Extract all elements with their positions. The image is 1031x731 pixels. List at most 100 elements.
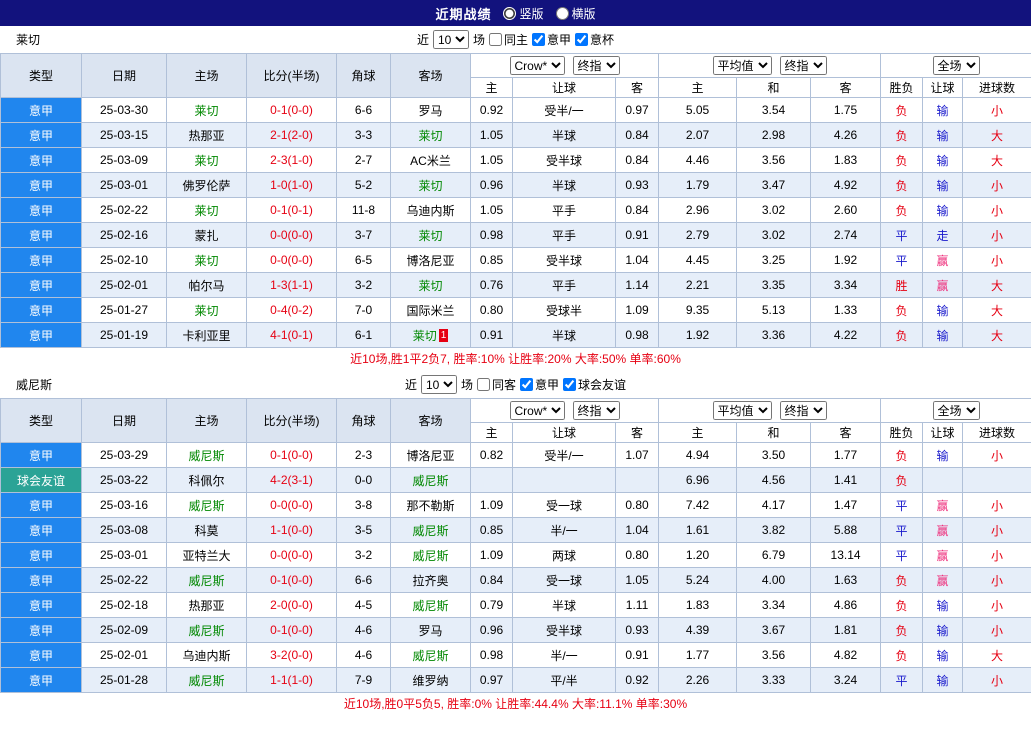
result-cell: 负	[881, 298, 923, 323]
home-team-cell[interactable]: 莱切	[167, 248, 247, 273]
euro-final-index-select[interactable]: 终指	[780, 401, 827, 420]
layout-option-vertical[interactable]: 竖版	[503, 5, 543, 22]
away-team-cell[interactable]: 莱切	[391, 223, 471, 248]
eu-draw-odds-cell: 3.82	[737, 518, 811, 543]
euro-average-select[interactable]: 平均值	[713, 401, 772, 420]
serie-a-checkbox-option[interactable]: 意甲	[532, 31, 571, 48]
away-team-cell[interactable]: 国际米兰	[391, 298, 471, 323]
date-header: 日期	[82, 54, 167, 98]
away-team-cell[interactable]: 罗马	[391, 98, 471, 123]
away-team-cell[interactable]: 乌迪内斯	[391, 198, 471, 223]
horizontal-radio[interactable]	[556, 7, 569, 20]
club-friendly-checkbox[interactable]	[563, 378, 576, 391]
asian-final-index-select[interactable]: 终指	[573, 401, 620, 420]
home-team-cell[interactable]: 热那亚	[167, 123, 247, 148]
away-team-cell[interactable]: 罗马	[391, 618, 471, 643]
result-cell: 平	[881, 668, 923, 693]
same-home-checkbox-option[interactable]: 同主	[489, 31, 528, 48]
eu-draw-odds-cell: 4.00	[737, 568, 811, 593]
home-team-cell[interactable]: 蒙扎	[167, 223, 247, 248]
home-team-cell[interactable]: 威尼斯	[167, 668, 247, 693]
score-cell: 0-0(0-0)	[247, 493, 337, 518]
serie-a-checkbox-option[interactable]: 意甲	[520, 376, 559, 393]
coppa-italia-checkbox[interactable]	[575, 33, 588, 46]
away-team-cell[interactable]: 威尼斯	[391, 468, 471, 493]
score-cell: 0-0(0-0)	[247, 248, 337, 273]
home-team-cell[interactable]: 科佩尔	[167, 468, 247, 493]
away-team-cell[interactable]: 威尼斯	[391, 643, 471, 668]
home-team-cell[interactable]: 威尼斯	[167, 618, 247, 643]
away-team-cell[interactable]: 博洛尼亚	[391, 248, 471, 273]
home-team-cell[interactable]: 莱切	[167, 198, 247, 223]
odds-company-select[interactable]: Crow*	[510, 56, 565, 75]
ah-away-header: 客	[616, 78, 659, 98]
results-tbody-1: 意甲25-03-29威尼斯0-1(0-0)2-3博洛尼亚0.82受半/一1.07…	[1, 443, 1031, 693]
serie-a-checkbox[interactable]	[520, 378, 533, 391]
asian-final-index-select[interactable]: 终指	[573, 56, 620, 75]
score-cell: 2-1(2-0)	[247, 123, 337, 148]
home-team-cell[interactable]: 威尼斯	[167, 443, 247, 468]
layout-option-horizontal[interactable]: 横版	[556, 5, 596, 22]
serie-a-label: 意甲	[535, 376, 559, 393]
away-team-cell[interactable]: 莱切	[391, 123, 471, 148]
away-team-cell[interactable]: 博洛尼亚	[391, 443, 471, 468]
summary-text: 单率:60%	[630, 352, 681, 366]
match-count-select[interactable]: 10	[421, 375, 457, 394]
away-team-cell[interactable]: 威尼斯	[391, 593, 471, 618]
filter-bar: 近 10 场 同主 意甲 意杯	[417, 30, 614, 49]
summary-0: 近10场,胜1平2负7, 胜率:10% 让胜率:20% 大率:50% 单率:60…	[0, 348, 1031, 371]
goals-cell: 小	[963, 668, 1031, 693]
odds-company-select[interactable]: Crow*	[510, 401, 565, 420]
vertical-radio[interactable]	[503, 7, 516, 20]
home-team-cell[interactable]: 热那亚	[167, 593, 247, 618]
same-away-checkbox[interactable]	[477, 378, 490, 391]
home-team-cell[interactable]: 佛罗伦萨	[167, 173, 247, 198]
ah-line-cell: 半/一	[513, 643, 616, 668]
eu-away-header: 客	[811, 423, 881, 443]
eu-home-odds-cell: 2.21	[659, 273, 737, 298]
home-team-cell[interactable]: 威尼斯	[167, 568, 247, 593]
full-match-select[interactable]: 全场	[933, 56, 980, 75]
summary-1: 近10场,胜0平5负5, 胜率:0% 让胜率:44.4% 大率:11.1% 单率…	[0, 693, 1031, 716]
ah-home-odds-cell: 0.76	[471, 273, 513, 298]
same-home-checkbox[interactable]	[489, 33, 502, 46]
goals-cell: 大	[963, 643, 1031, 668]
away-team-cell[interactable]: 莱切	[391, 273, 471, 298]
away-team-cell[interactable]: 莱切	[391, 173, 471, 198]
home-team-cell[interactable]: 卡利亚里	[167, 323, 247, 348]
away-team-cell[interactable]: 拉齐奥	[391, 568, 471, 593]
ah-away-odds-cell: 0.93	[616, 618, 659, 643]
games-label: 场	[473, 31, 485, 48]
away-team-cell[interactable]: 那不勒斯	[391, 493, 471, 518]
match-row: 意甲25-03-09莱切2-3(1-0)2-7AC米兰1.05受半球0.844.…	[1, 148, 1031, 173]
serie-a-checkbox[interactable]	[532, 33, 545, 46]
away-team-cell[interactable]: 威尼斯	[391, 543, 471, 568]
match-count-select[interactable]: 10	[433, 30, 469, 49]
full-match-select[interactable]: 全场	[933, 401, 980, 420]
away-team-cell[interactable]: 维罗纳	[391, 668, 471, 693]
home-team-cell[interactable]: 科莫	[167, 518, 247, 543]
corner-cell: 3-7	[337, 223, 391, 248]
coppa-italia-checkbox-option[interactable]: 意杯	[575, 31, 614, 48]
league-cell: 意甲	[1, 443, 82, 468]
away-team-cell[interactable]: 威尼斯	[391, 518, 471, 543]
home-team-cell[interactable]: 帕尔马	[167, 273, 247, 298]
away-team-cell[interactable]: AC米兰	[391, 148, 471, 173]
away-team-cell[interactable]: 莱切1	[391, 323, 471, 348]
euro-average-select[interactable]: 平均值	[713, 56, 772, 75]
home-team-cell[interactable]: 莱切	[167, 298, 247, 323]
home-team-cell[interactable]: 亚特兰大	[167, 543, 247, 568]
league-cell: 意甲	[1, 618, 82, 643]
euro-final-index-select[interactable]: 终指	[780, 56, 827, 75]
summary-text: 大率:11.1%	[572, 697, 636, 711]
same-away-checkbox-option[interactable]: 同客	[477, 376, 516, 393]
home-team-cell[interactable]: 威尼斯	[167, 493, 247, 518]
home-team-cell[interactable]: 莱切	[167, 98, 247, 123]
result-header: 胜负	[881, 423, 923, 443]
home-team-cell[interactable]: 莱切	[167, 148, 247, 173]
result-cell: 平	[881, 493, 923, 518]
eu-draw-odds-cell: 6.79	[737, 543, 811, 568]
eu-home-odds-cell: 6.96	[659, 468, 737, 493]
home-team-cell[interactable]: 乌迪内斯	[167, 643, 247, 668]
club-friendly-checkbox-option[interactable]: 球会友谊	[563, 376, 626, 393]
